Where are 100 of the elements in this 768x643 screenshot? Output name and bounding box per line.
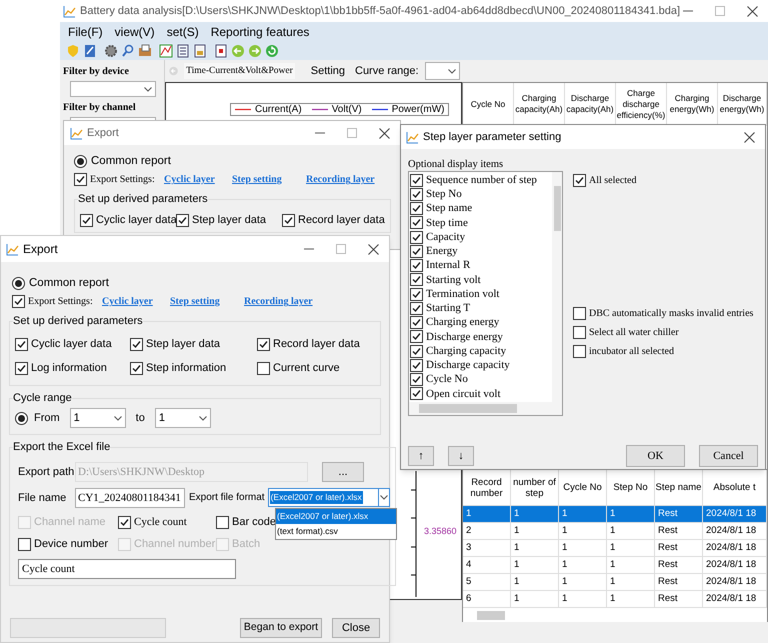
checkbox[interactable] [130,362,143,375]
checkbox[interactable] [257,338,270,350]
scrollbar-thumb[interactable] [419,404,517,413]
menu-item[interactable]: Reporting features [210,23,310,41]
naming-field[interactable]: Cycle count [18,558,236,579]
checkbox-label: Log information [31,361,107,376]
table-row[interactable]: 2 1 1 1 Rest 2024/8/1 18 [463,523,767,540]
checkbox[interactable] [410,259,423,272]
checkbox[interactable] [410,216,423,230]
checkbox-label: Export Settings: [28,295,93,310]
checkbox[interactable] [257,362,270,375]
radio-button[interactable] [15,412,28,425]
checkbox-label: Record layer data [273,336,360,352]
checkbox[interactable] [118,516,131,528]
menu-item[interactable]: set(S) [166,23,199,41]
image-icon[interactable] [193,44,207,58]
checkbox[interactable] [18,538,31,551]
file-name-field[interactable]: CY1_20240801184341 [75,488,185,508]
checkbox[interactable] [410,387,423,400]
group-title: Export the Excel file [13,440,110,456]
table-row[interactable]: 1 1 1 1 Rest 2024/8/1 18 [463,506,767,523]
checkbox[interactable] [410,373,423,386]
checkbox[interactable] [12,295,25,308]
checkbox[interactable] [573,174,586,187]
export-button[interactable]: Began to export [240,618,322,638]
checkbox[interactable] [410,230,423,244]
document-icon[interactable] [214,44,228,58]
table-row[interactable]: 3 1 1 1 Rest 2024/8/1 18 [463,540,767,557]
cancel-button[interactable]: Cancel [699,445,758,467]
window-title: Battery data analysis[D:\Users\SHKJNW\Desktop\1\bb1bb5ff-5a0f-4961-ad04-ab64dd8dbecd\UN00_20240801184341.bda] [80,4,680,19]
to-dropdown[interactable]: 1 [154,408,211,428]
checkbox[interactable] [80,214,93,226]
checkbox-label: Discharge energy [426,330,503,345]
format-dropdown[interactable]: (Excel2007 or later).xlsx [268,488,390,508]
radio-button[interactable] [74,155,87,168]
checkbox[interactable] [74,173,87,186]
checkbox[interactable] [410,174,423,187]
checkbox[interactable] [410,273,423,286]
checkbox-label: All selected [589,174,636,188]
table-row[interactable]: 6 1 1 1 Rest 2024/8/1 18 [463,591,767,608]
checkbox-label: Select all water chiller [589,326,679,340]
close-button[interactable]: Close [332,618,380,638]
close-icon[interactable] [747,6,758,16]
checkbox[interactable] [410,344,423,358]
edit-icon[interactable] [83,44,97,58]
checkbox[interactable] [15,362,28,375]
link[interactable]: Step setting [170,294,244,310]
checkbox[interactable] [410,244,423,258]
move-down-button[interactable]: ↓ [448,446,474,466]
setting-link[interactable]: Setting [310,62,345,80]
checkbox-label: Charging capacity [426,344,506,359]
checkbox[interactable] [176,214,189,226]
checkbox[interactable] [410,358,423,372]
link[interactable]: Recording layer [306,172,380,188]
menu-item[interactable]: File(F) [68,23,103,41]
document-icon[interactable] [176,44,190,58]
table-cell: 2024/8/1 18 [703,574,767,590]
search-icon[interactable] [121,44,135,58]
checkbox[interactable] [130,338,143,350]
close-icon[interactable] [379,128,390,138]
checkbox-label: Sequence number of step [426,172,537,188]
checkbox[interactable] [410,288,423,301]
close-icon[interactable] [744,132,755,142]
checkbox[interactable] [410,188,423,201]
scrollbar-thumb[interactable] [477,610,505,620]
line-chart-icon[interactable] [159,44,173,58]
chevron-down-icon [198,416,207,421]
browse-button[interactable]: ... [322,462,364,482]
checkbox[interactable] [410,316,423,330]
link[interactable]: Cyclic layer [102,294,170,310]
curve-type-field[interactable]: Time-Current&Volt&Power [184,63,295,79]
from-dropdown[interactable]: 1 [70,408,126,428]
checkbox[interactable] [410,330,423,344]
radio-button[interactable] [12,277,25,290]
arrow-circle-icon[interactable] [265,44,279,58]
checkbox[interactable] [15,338,28,350]
ok-button[interactable]: OK [626,445,685,467]
link[interactable]: Cyclic layer [164,172,232,188]
link[interactable]: Step setting [232,172,306,188]
checkbox[interactable] [573,326,586,339]
close-icon[interactable] [368,244,379,254]
scrollbar-thumb[interactable] [554,186,560,231]
checkbox[interactable] [573,345,586,358]
folder-icon[interactable] [138,44,152,58]
checkbox-label: Cyclic layer data [96,212,177,228]
dropdown-option[interactable]: (Excel2007 or later).xlsx [276,508,396,524]
link[interactable]: Recording layer [244,294,318,310]
checkbox[interactable] [282,214,295,226]
table-cell: 1 [511,523,559,539]
table-row[interactable]: 4 1 1 1 Rest 2024/8/1 18 [463,557,767,574]
checkbox[interactable] [216,516,229,528]
checkbox[interactable] [573,307,586,320]
move-up-button[interactable]: ↑ [408,446,434,466]
gear-icon[interactable] [104,44,118,58]
menu-item[interactable]: view(V) [114,23,155,41]
checkbox[interactable] [410,202,423,216]
field-label: Export file format [189,491,265,506]
table-cell: 4 [463,557,511,573]
table-row[interactable]: 5 1 1 1 Rest 2024/8/1 18 [463,574,767,591]
checkbox[interactable] [410,302,423,315]
